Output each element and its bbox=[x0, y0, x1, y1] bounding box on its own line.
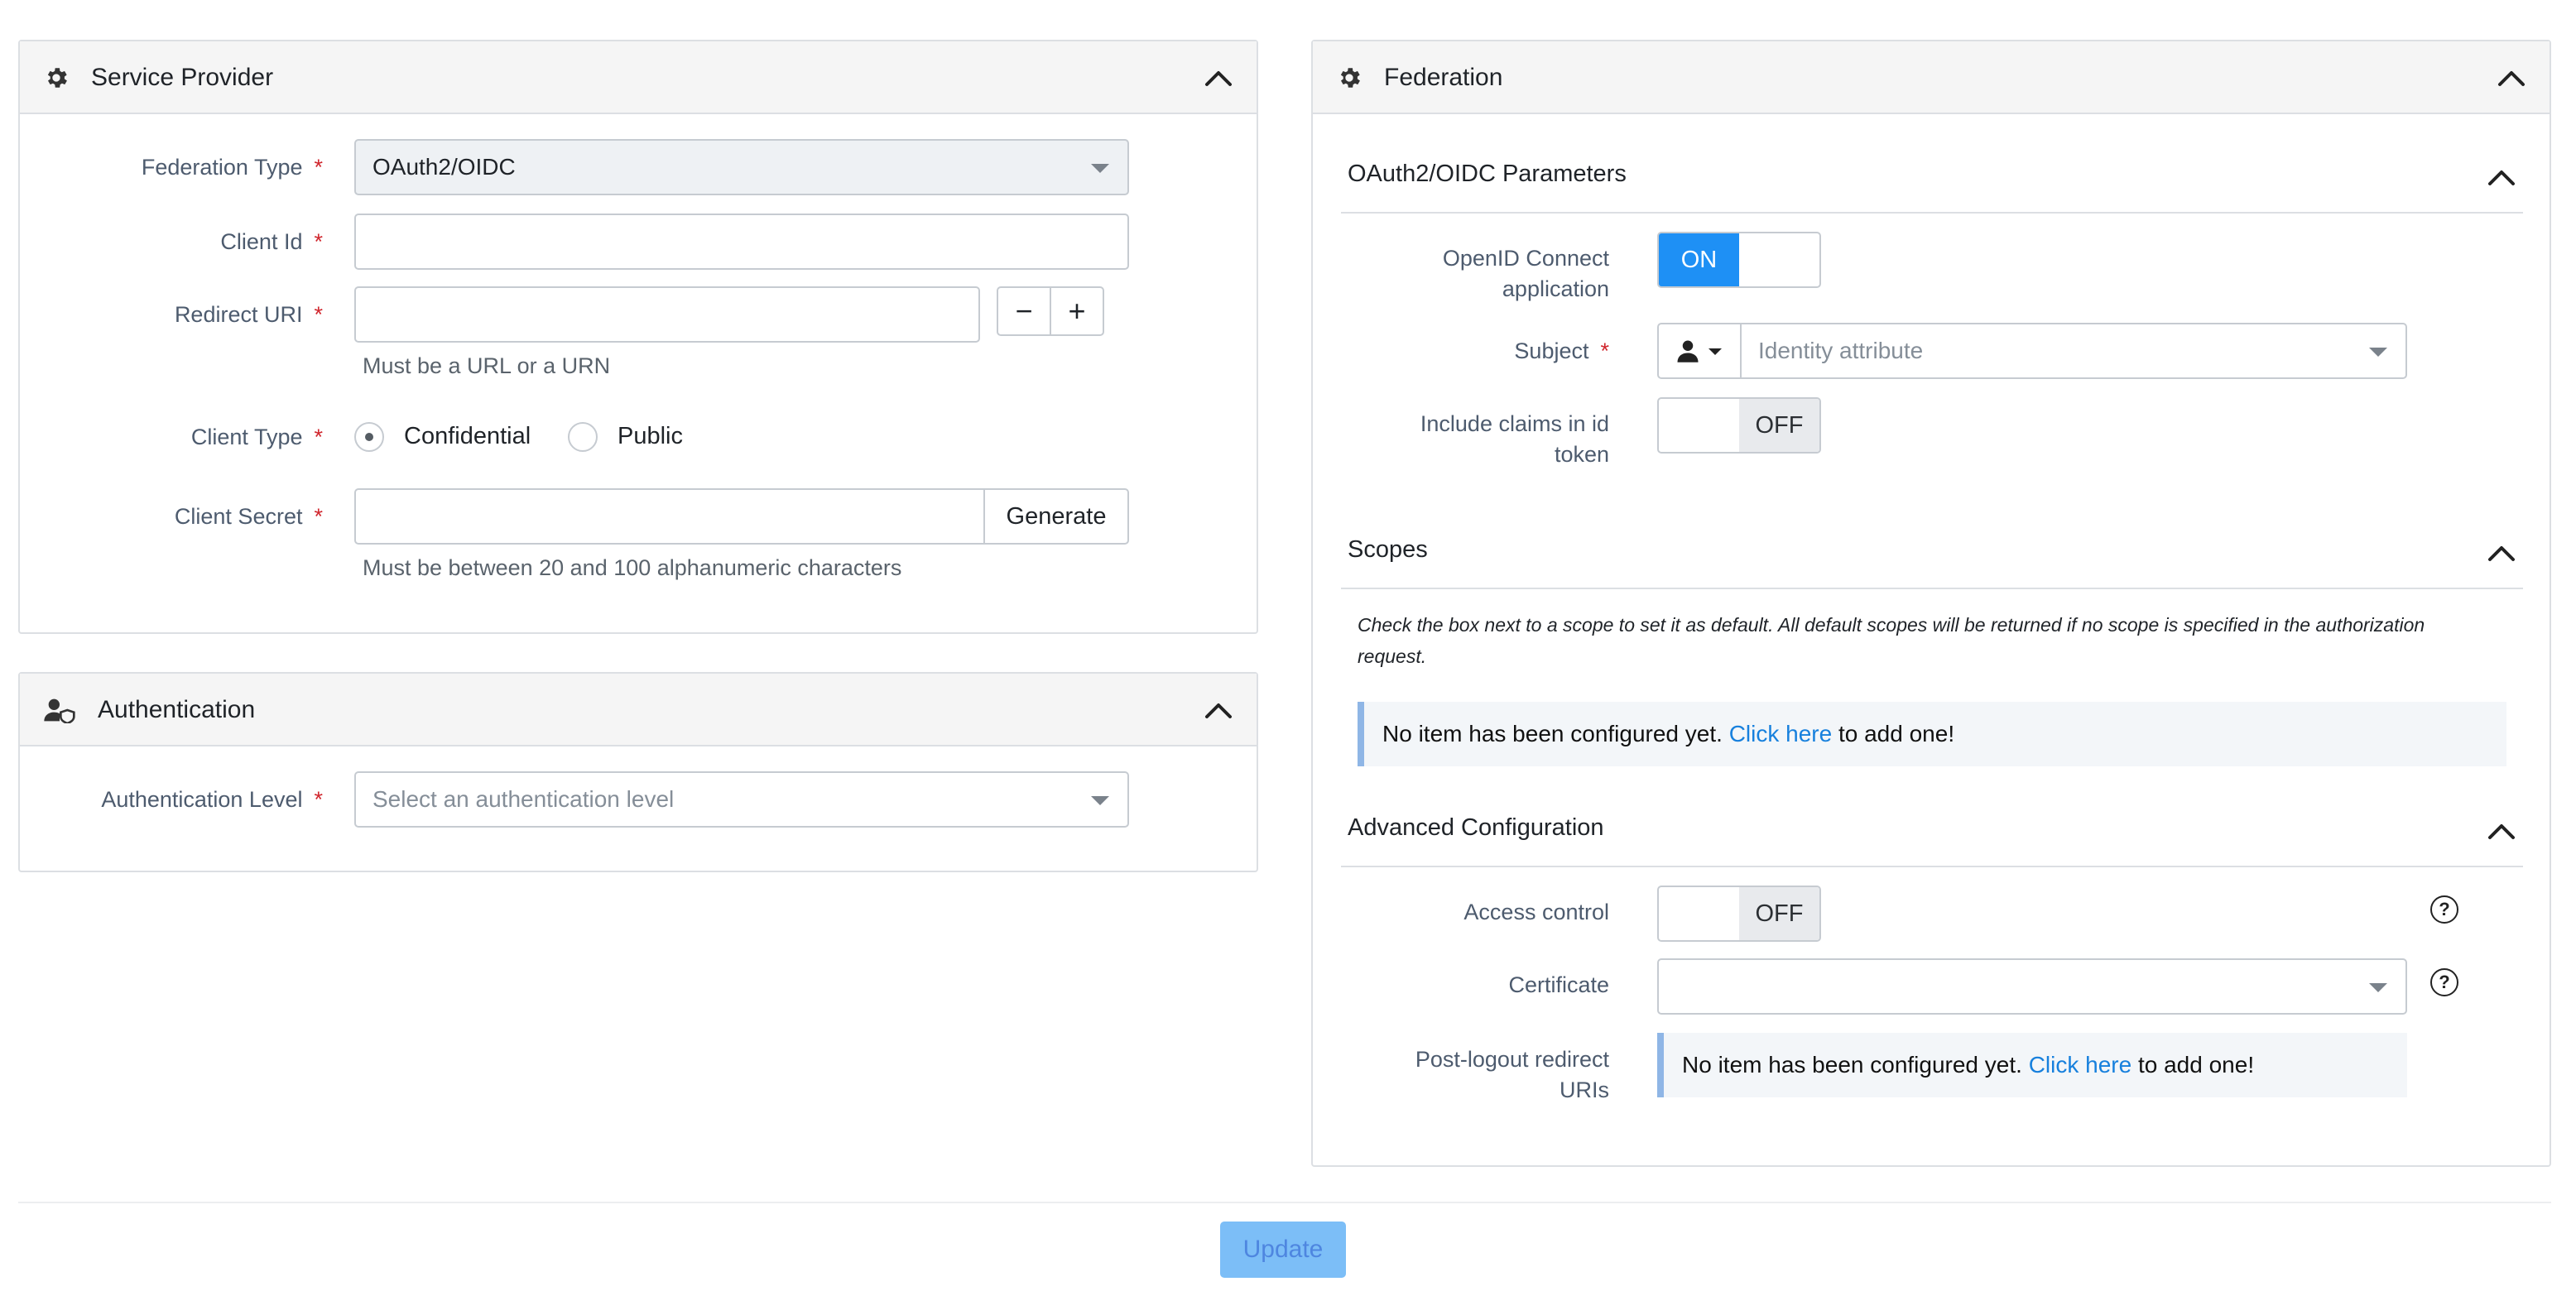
chevron-up-icon[interactable] bbox=[2487, 821, 2516, 841]
include-claims-toggle[interactable]: OFF bbox=[1657, 397, 1821, 454]
caret-down-icon bbox=[2369, 983, 2387, 992]
section-divider bbox=[1341, 212, 2523, 214]
redirect-uri-help: Must be a URL or a URN bbox=[363, 353, 611, 378]
access-control-label: Access control bbox=[1463, 900, 1609, 924]
federation-type-select[interactable]: OAuth2/OIDC bbox=[354, 139, 1129, 195]
help-icon[interactable]: ? bbox=[2430, 968, 2458, 996]
federation-panel: Federation OAuth2/OIDC Parameters OpenID… bbox=[1311, 40, 2551, 1167]
authentication-level-select[interactable]: Select an authentication level bbox=[354, 771, 1129, 828]
chevron-up-icon[interactable] bbox=[2487, 167, 2516, 187]
subject-attribute-select[interactable]: Identity attribute bbox=[1740, 323, 2407, 379]
subject-placeholder: Identity attribute bbox=[1758, 338, 1924, 363]
oidc-parameters-title[interactable]: OAuth2/OIDC Parameters bbox=[1348, 157, 1627, 190]
update-button[interactable]: Update bbox=[1220, 1222, 1346, 1278]
gear-icon bbox=[1340, 68, 1360, 88]
subject-type-dropdown[interactable] bbox=[1657, 323, 1742, 379]
scopes-empty-text: No item has been configured yet. bbox=[1382, 721, 1723, 746]
public-radio[interactable] bbox=[568, 422, 598, 452]
client-id-input[interactable] bbox=[354, 214, 1129, 270]
remove-redirect-uri-button[interactable]: − bbox=[997, 286, 1051, 336]
redirect-uri-label: Redirect URI * bbox=[174, 302, 323, 327]
chevron-up-icon[interactable] bbox=[1204, 700, 1233, 720]
chevron-up-icon[interactable] bbox=[2497, 68, 2526, 88]
federation-type-label: Federation Type * bbox=[141, 155, 323, 180]
post-logout-add-link[interactable]: Click here bbox=[2029, 1052, 2131, 1078]
section-divider bbox=[1341, 588, 2523, 589]
federation-title: Federation bbox=[1384, 64, 1503, 91]
post-logout-empty-text: No item has been configured yet. bbox=[1682, 1052, 2022, 1078]
section-divider bbox=[1341, 866, 2523, 867]
openid-connect-toggle[interactable]: ON bbox=[1657, 232, 1821, 288]
federation-header[interactable]: Federation bbox=[1313, 41, 2550, 114]
certificate-select[interactable] bbox=[1657, 958, 2407, 1015]
service-provider-title: Service Provider bbox=[91, 64, 274, 91]
scopes-note: Check the box next to a scope to set it … bbox=[1358, 614, 2425, 667]
confidential-radio-label[interactable]: Confidential bbox=[404, 420, 531, 452]
scopes-add-link[interactable]: Click here bbox=[1729, 721, 1832, 746]
access-control-toggle[interactable]: OFF bbox=[1657, 886, 1821, 942]
post-logout-empty-notice: No item has been configured yet. Click h… bbox=[1657, 1033, 2407, 1097]
openid-connect-label: OpenID Connect application bbox=[1442, 246, 1609, 301]
federation-type-value: OAuth2/OIDC bbox=[372, 154, 516, 180]
access-control-toggle-state: OFF bbox=[1739, 887, 1819, 940]
chevron-up-icon[interactable] bbox=[1204, 68, 1233, 88]
include-claims-label: Include claims in id token bbox=[1420, 411, 1609, 467]
caret-down-icon bbox=[1709, 348, 1722, 355]
chevron-up-icon[interactable] bbox=[2487, 543, 2516, 563]
scopes-empty-notice: No item has been configured yet. Click h… bbox=[1358, 702, 2506, 766]
post-logout-label: Post-logout redirect URIs bbox=[1415, 1047, 1609, 1102]
user-icon bbox=[1677, 340, 1699, 362]
client-secret-label: Client Secret * bbox=[174, 504, 323, 529]
service-provider-panel: Service Provider Federation Type * OAuth2… bbox=[18, 40, 1258, 634]
confidential-radio[interactable] bbox=[354, 422, 384, 452]
include-claims-toggle-state: OFF bbox=[1739, 399, 1819, 452]
client-id-label: Client Id * bbox=[220, 229, 323, 254]
caret-down-icon bbox=[2369, 348, 2387, 357]
client-secret-input[interactable] bbox=[354, 488, 985, 545]
caret-down-icon bbox=[1091, 164, 1109, 173]
redirect-uri-input[interactable] bbox=[354, 286, 980, 343]
user-shield-icon bbox=[44, 698, 75, 723]
footer-divider bbox=[18, 1202, 2551, 1203]
authentication-panel: Authentication Authentication Level * Sel… bbox=[18, 672, 1258, 872]
public-radio-label[interactable]: Public bbox=[618, 420, 683, 452]
certificate-label: Certificate bbox=[1508, 972, 1609, 997]
help-icon[interactable]: ? bbox=[2430, 895, 2458, 924]
scopes-empty-suffix: to add one! bbox=[1838, 721, 1955, 746]
service-provider-header[interactable]: Service Provider bbox=[20, 41, 1257, 114]
add-redirect-uri-button[interactable]: + bbox=[1050, 286, 1104, 336]
post-logout-empty-suffix: to add one! bbox=[2137, 1052, 2255, 1078]
subject-label: Subject * bbox=[1514, 338, 1609, 363]
scopes-title[interactable]: Scopes bbox=[1348, 533, 1428, 566]
authentication-header[interactable]: Authentication bbox=[20, 674, 1257, 746]
generate-button[interactable]: Generate bbox=[983, 488, 1129, 545]
client-secret-help: Must be between 20 and 100 alphanumeric … bbox=[363, 555, 902, 580]
client-type-label: Client Type * bbox=[190, 425, 323, 449]
authentication-title: Authentication bbox=[98, 696, 256, 723]
gear-icon bbox=[47, 68, 67, 88]
advanced-config-title[interactable]: Advanced Configuration bbox=[1348, 811, 1604, 844]
caret-down-icon bbox=[1091, 796, 1109, 805]
authentication-level-label: Authentication Level * bbox=[101, 787, 323, 812]
authentication-level-placeholder: Select an authentication level bbox=[372, 786, 675, 812]
openid-connect-toggle-state: ON bbox=[1659, 233, 1739, 286]
